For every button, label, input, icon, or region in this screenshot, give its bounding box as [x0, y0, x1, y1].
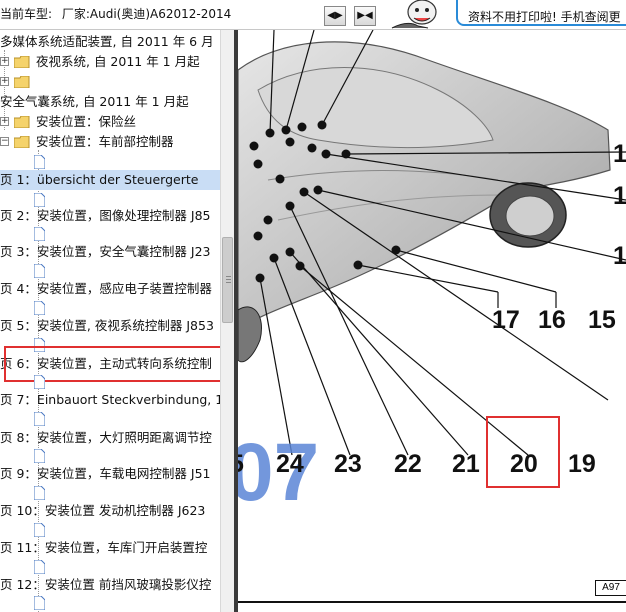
current-vehicle: 当前车型: 厂家:Audi(奥迪)A62012-2014: [0, 5, 231, 22]
callout-17: 17: [492, 306, 520, 334]
scrollbar-thumb[interactable]: [222, 237, 233, 323]
tree-doc-item[interactable]: [0, 557, 220, 577]
diagram-viewer[interactable]: 07 17 16 15 1 1 1 5 24 23 22 21 20 19 A9…: [238, 30, 626, 612]
grip-line: [226, 279, 231, 280]
tree-doc-item[interactable]: [0, 298, 220, 318]
collapse-icon: ▶◀: [357, 10, 373, 21]
tree-item-page-4[interactable]: 页 4：安装位置，感应电子装置控制器: [0, 279, 212, 299]
callout-23: 23: [334, 450, 362, 478]
document-icon: [34, 486, 45, 500]
tree-doc-item[interactable]: [0, 483, 220, 503]
callout-21: 21: [452, 450, 480, 478]
grip-line: [226, 276, 231, 277]
tree-doc-item[interactable]: [0, 446, 220, 466]
tree-item-page-3[interactable]: 页 3：安装位置，安全气囊控制器 J23: [0, 242, 211, 262]
tree-item-airbag[interactable]: 安全气囊系统, 自 2011 年 1 月起: [0, 92, 189, 112]
mascot-icon: [391, 0, 437, 29]
tree-item-page-1[interactable]: 页 1：übersicht der Steuergerte: [0, 170, 220, 190]
callout-partial-mid: 1: [613, 182, 626, 210]
car-diagram: 07: [238, 30, 626, 603]
expand-tree-button[interactable]: ◀▶: [324, 6, 346, 26]
tree-item-page-8[interactable]: 页 8：安装位置，大灯照明距离调节控: [0, 428, 212, 448]
expand-plus-icon[interactable]: +: [0, 77, 9, 86]
grip-line: [226, 282, 231, 283]
tree-item-page-2[interactable]: 页 2：安装位置，图像处理控制器 J85: [0, 206, 211, 226]
callout-partial-left: 5: [238, 450, 244, 479]
callout-partial-low: 1: [613, 242, 626, 270]
callout-24: 24: [276, 450, 304, 478]
tree-scrollbar[interactable]: [220, 30, 234, 612]
document-icon: [34, 227, 45, 241]
callout-15: 15: [588, 306, 616, 334]
expand-minus-icon[interactable]: −: [0, 137, 9, 146]
document-icon: [34, 560, 45, 574]
collapse-tree-button[interactable]: ▶◀: [354, 6, 376, 26]
tree-item-page-9[interactable]: 页 9：安装位置，车载电网控制器 J51: [0, 464, 211, 484]
tree-item-multimedia[interactable]: 多媒体系统适配装置, 自 2011 年 6 月: [0, 32, 214, 52]
tree-doc-item[interactable]: [0, 224, 220, 244]
tree-doc-item[interactable]: [0, 520, 220, 540]
folder-open-icon: [14, 136, 30, 148]
tree-doc-item[interactable]: [0, 261, 220, 281]
document-icon: [34, 412, 45, 426]
top-bar: 当前车型: 厂家:Audi(奥迪)A62012-2014 ◀▶ ▶◀ 资料不用打…: [0, 0, 626, 30]
tree-doc-item[interactable]: [0, 152, 220, 172]
tree-item-page-5[interactable]: 页 5：安装位置, 夜视系统控制器 J853: [0, 316, 214, 336]
expand-plus-icon[interactable]: +: [0, 57, 9, 66]
document-icon: [34, 301, 45, 315]
document-icon: [34, 449, 45, 463]
tree-doc-item[interactable]: [0, 593, 220, 612]
document-icon: [34, 523, 45, 537]
current-vehicle-label: 当前车型:: [0, 7, 53, 21]
folder-icon: [14, 116, 30, 128]
tree-item-page-11[interactable]: 页 11：安装位置，车库门开启装置控: [0, 538, 207, 558]
ad-banner[interactable]: 资料不用打印啦! 手机查阅更: [456, 0, 626, 26]
tree-item-page-12[interactable]: 页 12：安装位置 前挡风玻璃投影仪控: [0, 575, 211, 595]
document-icon: [34, 375, 45, 389]
ad-text: 资料不用打印啦! 手机查阅更: [468, 10, 621, 24]
current-vehicle-value: 厂家:Audi(奥迪)A62012-2014: [61, 7, 232, 21]
page-ref-badge: A97: [595, 580, 626, 596]
callout-22: 22: [394, 450, 422, 478]
document-icon: [34, 155, 45, 169]
document-icon: [34, 596, 45, 610]
callout-partial-top: 1: [613, 140, 626, 168]
tree-doc-item[interactable]: [0, 409, 220, 429]
tree-item-page-10[interactable]: 页 10：安装位置 发动机控制器 J623: [0, 501, 205, 521]
callout-16: 16: [538, 306, 566, 334]
expand-plus-icon[interactable]: +: [0, 117, 9, 126]
callout-19: 19: [568, 450, 596, 478]
document-tree: 多媒体系统适配装置, 自 2011 年 6 月 + 夜视系统, 自 2011 年…: [0, 30, 220, 612]
tree-doc-item[interactable]: [0, 372, 220, 392]
folder-icon: [14, 56, 30, 68]
folder-icon: [14, 76, 30, 88]
document-icon: [34, 193, 45, 207]
document-icon: [34, 264, 45, 278]
expand-icon: ◀▶: [327, 10, 343, 21]
tree-item-page-7[interactable]: 页 7：Einbauort Steckverbindung, 1: [0, 390, 220, 410]
highlight-box-diagram: [486, 416, 560, 488]
